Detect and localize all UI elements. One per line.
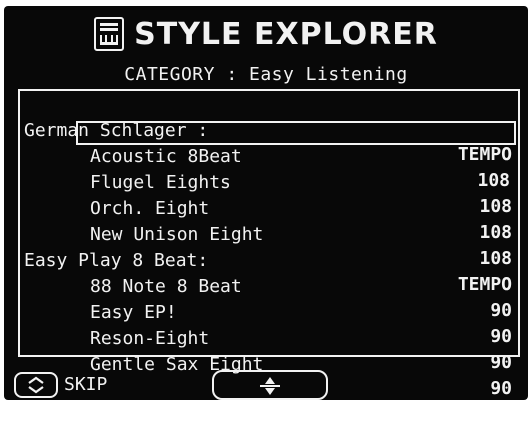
- style-item-acoustic-8beat[interactable]: Acoustic 8Beat 108: [76, 121, 516, 191]
- footer: SKIP: [4, 368, 528, 400]
- style-item-new-unison-eight[interactable]: New Unison Eight 108: [20, 199, 518, 269]
- style-item-flugel-eights[interactable]: Flugel Eights 108: [20, 147, 518, 217]
- style-list: German Schlager : TEMPO Acoustic 8Beat 1…: [18, 89, 520, 399]
- skip-label: SKIP: [64, 374, 108, 395]
- group-header-easy-play-8-beat: Easy Play 8 Beat: TEMPO: [20, 225, 518, 295]
- scroll-button[interactable]: [212, 370, 328, 400]
- page-title: STYLE EXPLORER: [134, 16, 438, 52]
- category-line: CATEGORY : Easy Listening: [4, 64, 528, 85]
- style-item-gentle-sax-eight[interactable]: Gentle Sax Eight 90: [20, 329, 518, 399]
- skip-button[interactable]: [14, 372, 58, 398]
- style-item-easy-ep[interactable]: Easy EP! 90: [20, 277, 518, 347]
- up-down-triangle-icon: [260, 377, 280, 395]
- style-explorer-screen: STYLE EXPLORER CATEGORY : Easy Listening…: [4, 6, 528, 400]
- up-down-chevron-icon: [28, 376, 44, 394]
- style-item-88-note-8-beat[interactable]: 88 Note 8 Beat 90: [20, 251, 518, 321]
- header: STYLE EXPLORER: [4, 12, 528, 56]
- style-item-reson-eight[interactable]: Reson-Eight 90: [20, 303, 518, 373]
- group-header-german-schlager: German Schlager : TEMPO: [20, 95, 518, 165]
- category-label: CATEGORY: [124, 64, 215, 85]
- category-separator: :: [226, 64, 238, 85]
- category-value[interactable]: Easy Listening: [249, 64, 408, 85]
- style-keyboard-icon: [94, 17, 125, 51]
- style-item-orch-eight[interactable]: Orch. Eight 108: [20, 173, 518, 243]
